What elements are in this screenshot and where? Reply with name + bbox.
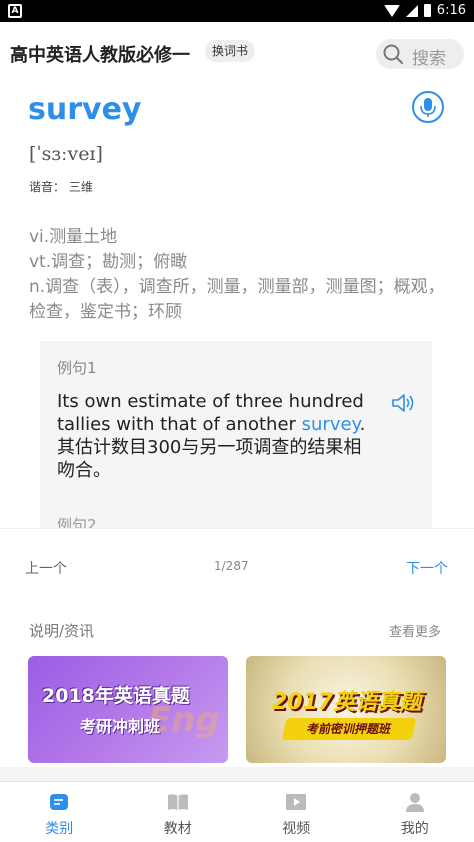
profile-icon <box>405 793 424 812</box>
next-word-button[interactable]: 下一个 <box>406 558 448 578</box>
status-bar: A 6:16 <box>0 0 474 22</box>
definitions: vi.测量土地 vt.调查；勘测；俯瞰 n.调查（表），调查所，测量，测量部，测… <box>29 225 449 325</box>
divider <box>0 528 474 529</box>
definition-line: vt.调查；勘测；俯瞰 <box>29 252 188 272</box>
tab-label: 视频 <box>282 821 311 837</box>
bottom-tab-bar: 类别 教材 视频 我的 <box>0 781 474 842</box>
video-icon <box>286 794 307 810</box>
news-section-title: 说明/资讯 <box>29 622 95 640</box>
news-banner-2[interactable]: 2017英语真题 考前密训押题班 <box>246 656 446 763</box>
definition-line: n.调查（表），调查所，测量，测量部，测量图；概观，检查，鉴定书；环顾 <box>29 277 445 322</box>
voice-search-button[interactable] <box>412 91 444 123</box>
example-sentence-card: 例句1 Its own estimate of three hundred ta… <box>40 341 432 528</box>
banner-subtitle: 考前密训押题班 <box>281 718 417 740</box>
example-chinese: 其估计数目300与另一项调查的结果相吻合。 <box>57 437 362 481</box>
tab-label: 类别 <box>45 821 74 837</box>
tab-category[interactable]: 类别 <box>0 782 119 842</box>
word-counter: 1/287 <box>214 559 249 573</box>
news-banner-1[interactable]: Eng 2018年英语真题 考研冲刺班 <box>28 656 228 763</box>
banner-title: 2018年英语真题 <box>42 685 190 707</box>
example-label: 例句1 <box>57 359 97 377</box>
section-gap <box>0 767 474 781</box>
example-highlight-word: survey <box>301 414 360 435</box>
tab-video[interactable]: 视频 <box>237 782 356 842</box>
status-time: 6:16 <box>436 3 466 18</box>
banner-title: 2017英语真题 <box>272 690 422 715</box>
search-placeholder: 搜索 <box>412 49 446 69</box>
change-book-button[interactable]: 换词书 <box>205 40 256 62</box>
homophone-hint: 谐音： 三维 <box>29 180 93 194</box>
status-icons: 6:16 <box>383 3 466 18</box>
previous-word-button[interactable]: 上一个 <box>25 558 67 578</box>
app-notification-icon: A <box>8 4 22 18</box>
search-icon <box>383 44 403 64</box>
tab-label: 教材 <box>163 821 192 837</box>
book-title: 高中英语人教版必修一 <box>10 45 190 66</box>
view-more-link[interactable]: 查看更多 <box>389 621 441 640</box>
tab-textbook[interactable]: 教材 <box>119 782 238 842</box>
example-label-2: 例句2 <box>57 516 97 528</box>
definition-line: vi.测量土地 <box>29 227 118 247</box>
phonetic: [ˈsɜːveɪ] <box>29 143 103 165</box>
tab-label: 我的 <box>400 821 429 837</box>
tab-profile[interactable]: 我的 <box>356 782 474 842</box>
category-icon <box>50 794 69 810</box>
example-english-end: . <box>359 414 366 435</box>
microphone-icon <box>420 98 436 117</box>
banner-subtitle: 考研冲刺班 <box>80 717 161 736</box>
battery-icon <box>423 4 431 17</box>
speaker-icon[interactable] <box>390 391 416 415</box>
example-text: Its own estimate of three hundred tallie… <box>57 390 379 482</box>
headword: survey <box>28 92 142 127</box>
book-icon <box>167 794 188 810</box>
search-input[interactable]: 搜索 <box>376 39 464 69</box>
signal-icon <box>405 4 418 17</box>
app-header: 高中英语人教版必修一 换词书 搜索 <box>0 22 474 80</box>
wifi-icon <box>383 4 400 17</box>
